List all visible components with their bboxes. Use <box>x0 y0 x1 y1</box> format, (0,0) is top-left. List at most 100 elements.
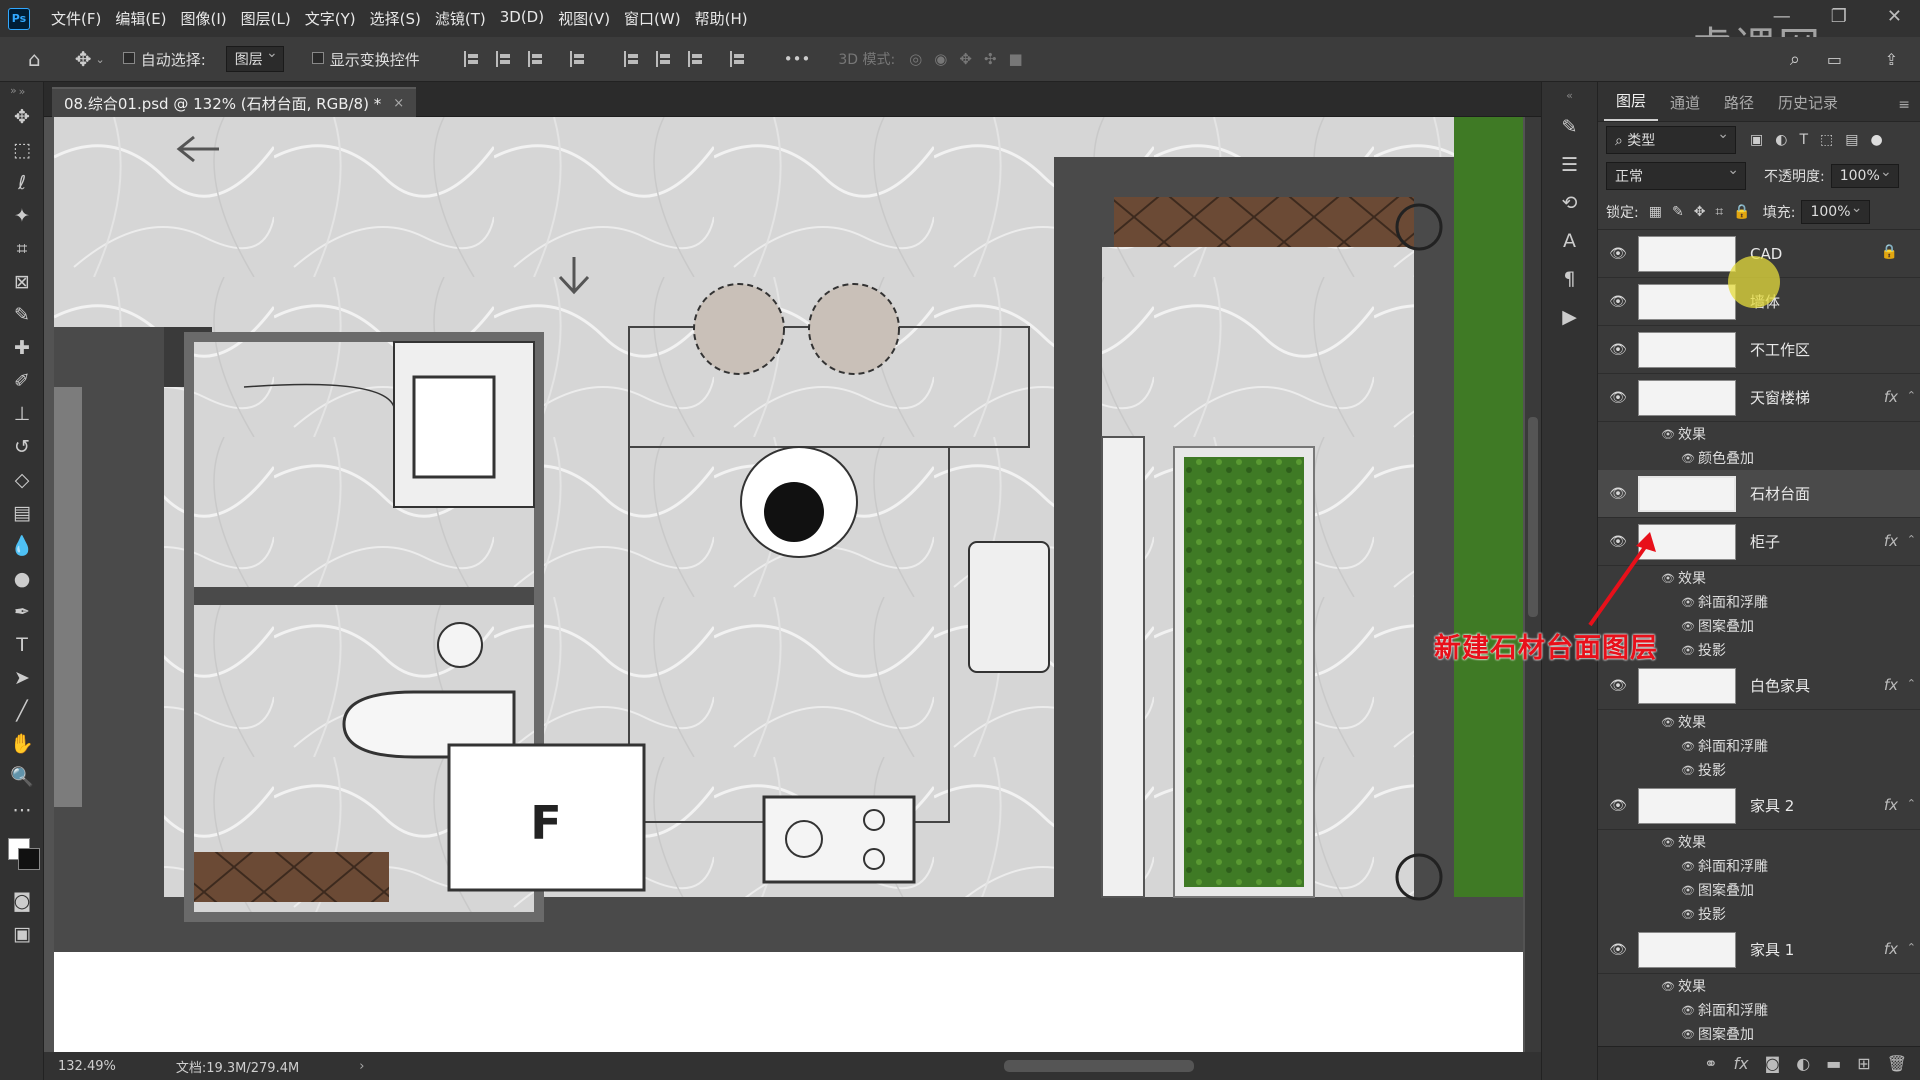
auto-select-dropdown[interactable]: 图层 <box>225 45 284 72</box>
workspace-icon[interactable]: ▭ <box>1827 50 1842 69</box>
history-icon[interactable]: ⟲ <box>1542 184 1597 222</box>
close-icon[interactable]: ✕ <box>1887 6 1902 27</box>
effects-row[interactable]: 👁 效果 <box>1598 830 1920 854</box>
history-brush-icon[interactable]: ↺ <box>0 430 44 463</box>
menu-item-5[interactable]: 选择(S) <box>363 8 428 29</box>
pen-tool-icon[interactable]: ✒ <box>0 595 44 628</box>
effects-row[interactable]: 👁 效果 <box>1598 710 1920 734</box>
quick-mask-icon[interactable]: ◙ <box>0 884 44 917</box>
group-folder-icon[interactable]: ▬ <box>1826 1054 1841 1073</box>
maximize-icon[interactable]: ❐ <box>1831 6 1847 27</box>
effects-row[interactable]: 👁 效果 <box>1598 422 1920 446</box>
lock-pixels-icon[interactable]: ✎ <box>1672 204 1684 220</box>
magic-wand-icon[interactable]: ✦ <box>0 199 44 232</box>
more-options-icon[interactable]: ••• <box>784 50 811 68</box>
brush-tool-icon[interactable]: ✐ <box>0 364 44 397</box>
effect-item[interactable]: 👁 投影 <box>1598 758 1920 782</box>
show-transform-checkbox[interactable] <box>311 50 330 68</box>
3d-pan-icon[interactable]: ✥ <box>959 50 972 68</box>
scroll-thumb[interactable] <box>1528 417 1538 617</box>
character-icon[interactable]: A <box>1542 222 1597 260</box>
eye-icon[interactable]: 👁 <box>1598 942 1638 958</box>
filter-type-icon[interactable]: T <box>1799 132 1808 148</box>
filter-kind-dropdown[interactable]: ⌕ 类型 <box>1606 126 1736 154</box>
move-tool-icon[interactable]: ✥ <box>0 100 44 133</box>
menu-item-2[interactable]: 图像(I) <box>174 8 234 29</box>
menu-item-9[interactable]: 窗口(W) <box>617 8 688 29</box>
eye-icon[interactable]: 👁 <box>1678 908 1698 921</box>
auto-select-checkbox[interactable] <box>122 50 141 68</box>
photoshop-logo-icon[interactable]: Ps <box>8 7 30 30</box>
path-select-icon[interactable]: ➤ <box>0 661 44 694</box>
3d-roll-icon[interactable]: ◉ <box>934 50 947 68</box>
zoom-tool-icon[interactable]: 🔍 <box>0 760 44 793</box>
lasso-tool-icon[interactable]: ℓ <box>0 166 44 199</box>
eye-icon[interactable]: 👁 <box>1678 596 1698 609</box>
lock-all-icon[interactable]: 🔒 <box>1733 204 1750 220</box>
add-mask-icon[interactable]: ◙ <box>1765 1054 1781 1073</box>
fx-icon[interactable]: fx <box>1884 796 1898 814</box>
fx-icon[interactable]: fx <box>1884 388 1898 406</box>
distribute-icon[interactable] <box>569 51 586 67</box>
delete-layer-icon[interactable]: 🗑 <box>1887 1054 1907 1073</box>
align-bottom-icon[interactable] <box>687 51 704 67</box>
eye-icon[interactable]: 👁 <box>1598 798 1638 814</box>
eye-icon[interactable]: 👁 <box>1678 860 1698 873</box>
menu-item-6[interactable]: 滤镜(T) <box>428 8 493 29</box>
menu-item-7[interactable]: 3D(D) <box>493 8 551 29</box>
panel-menu-icon[interactable]: ≡ <box>1888 97 1920 121</box>
effect-item[interactable]: 👁 斜面和浮雕 <box>1598 734 1920 758</box>
eye-icon[interactable]: 👁 <box>1678 764 1698 777</box>
lock-transparent-icon[interactable]: ▦ <box>1649 204 1662 220</box>
eye-icon[interactable]: 👁 <box>1678 740 1698 753</box>
hand-tool-icon[interactable]: ✋ <box>0 727 44 760</box>
eye-icon[interactable]: 👁 <box>1678 1028 1698 1041</box>
zoom-level[interactable]: 132.49% <box>58 1059 116 1074</box>
brush-settings-icon[interactable]: ✎ <box>1542 108 1597 146</box>
chevron-up-icon[interactable]: ⌃ <box>1907 941 1916 954</box>
align-top-icon[interactable] <box>623 51 640 67</box>
align-middle-icon[interactable] <box>655 51 672 67</box>
status-menu-arrow[interactable]: › <box>359 1059 364 1074</box>
blend-mode-dropdown[interactable]: 正常 <box>1606 162 1746 190</box>
panel-collapse-icon[interactable]: » <box>10 84 17 97</box>
panel-tab-0[interactable]: 图层 <box>1604 90 1659 121</box>
chevron-up-icon[interactable]: ⌃ <box>1907 389 1916 402</box>
eye-icon[interactable]: 👁 <box>1598 390 1638 406</box>
lock-position-icon[interactable]: ✥ <box>1694 204 1706 220</box>
collapse-icon[interactable]: « <box>1542 82 1597 108</box>
marquee-tool-icon[interactable]: ⬚ <box>0 133 44 166</box>
tab-close-icon[interactable]: × <box>393 96 404 111</box>
color-swatches-icon[interactable] <box>0 826 44 884</box>
effects-row[interactable]: 👁 效果 <box>1598 974 1920 998</box>
eyedropper-icon[interactable]: ✎ <box>0 298 44 331</box>
filter-pixel-icon[interactable]: ▣ <box>1750 132 1763 148</box>
chevron-up-icon[interactable]: ⌃ <box>1907 797 1916 810</box>
effect-item[interactable]: 👁 图案叠加 <box>1598 878 1920 902</box>
layer-row[interactable]: 👁 白色家具 fx ⌃ <box>1598 662 1920 710</box>
panel-tab-2[interactable]: 路径 <box>1712 92 1766 121</box>
3d-orbit-icon[interactable]: ◎ <box>909 50 922 68</box>
layer-row[interactable]: 👁 家具 2 fx ⌃ <box>1598 782 1920 830</box>
menu-item-10[interactable]: 帮助(H) <box>688 8 755 29</box>
panel-tab-3[interactable]: 历史记录 <box>1766 92 1850 121</box>
distribute-vertical-icon[interactable] <box>729 51 746 67</box>
effect-item[interactable]: 👁 投影 <box>1598 902 1920 926</box>
eye-icon[interactable]: 👁 <box>1678 452 1698 465</box>
effect-item[interactable]: 👁 图案叠加 <box>1598 1022 1920 1046</box>
chevron-down-icon[interactable]: ⌄ <box>95 53 104 66</box>
menu-item-4[interactable]: 文字(Y) <box>298 8 363 29</box>
eye-icon[interactable]: 👁 <box>1598 246 1638 262</box>
vertical-scrollbar[interactable] <box>1525 117 1541 1052</box>
adjustment-layer-icon[interactable]: ◐ <box>1796 1054 1810 1073</box>
adjustments-icon[interactable]: ☰ <box>1542 146 1597 184</box>
effect-item[interactable]: 👁 斜面和浮雕 <box>1598 998 1920 1022</box>
new-layer-icon[interactable]: ⊞ <box>1857 1054 1870 1073</box>
eye-icon[interactable]: 👁 <box>1598 294 1638 310</box>
home-icon[interactable]: ⌂ <box>28 47 41 71</box>
3d-slide-icon[interactable]: ✣ <box>984 50 997 68</box>
frame-tool-icon[interactable]: ⊠ <box>0 265 44 298</box>
align-left-icon[interactable] <box>463 51 480 67</box>
share-icon[interactable]: ⇪ <box>1885 50 1898 69</box>
lock-artboard-icon[interactable]: ⌗ <box>1715 204 1723 220</box>
